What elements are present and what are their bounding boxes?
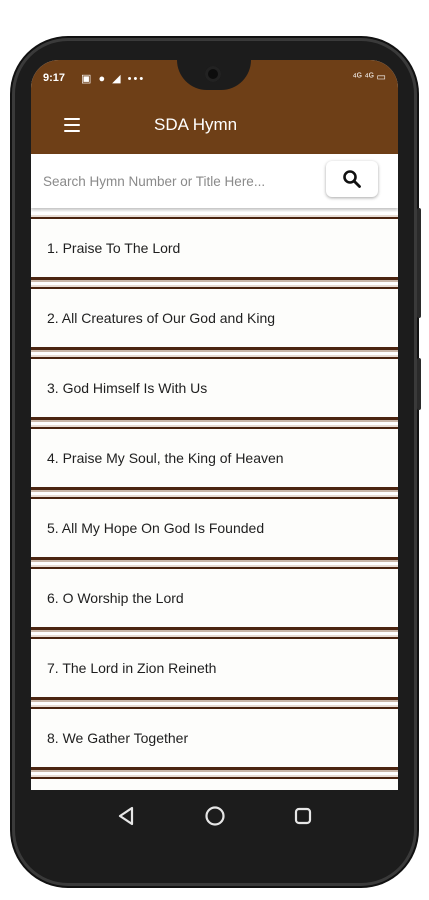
list-item[interactable]: 6. O Worship the Lord	[31, 562, 398, 632]
volume-button	[417, 208, 421, 318]
list-item[interactable]: 4. Praise My Soul, the King of Heaven	[31, 422, 398, 492]
page-title: SDA Hymn	[154, 115, 238, 134]
list-item[interactable]: 2. All Creatures of Our God and King	[31, 282, 398, 352]
app-bar: SDA Hymn	[31, 98, 398, 154]
hymn-title: 2. All Creatures of Our God and King	[47, 310, 276, 326]
search-input[interactable]	[41, 164, 315, 198]
hymn-title: 1. Praise To The Lord	[47, 240, 181, 256]
hymn-title: 5. All My Hope On God Is Founded	[47, 520, 265, 536]
list-item[interactable]	[31, 772, 398, 790]
menu-icon[interactable]	[64, 118, 80, 132]
status-bar: 9:17 ▣ ● ◢ ••• ⁴ᴳ ⁴ᴳ ▭	[31, 60, 398, 98]
hymn-title: 3. God Himself Is With Us	[47, 380, 208, 396]
search-bar	[31, 154, 398, 208]
front-camera-icon	[205, 66, 221, 82]
hymn-title: 6. O Worship the Lord	[47, 590, 184, 606]
status-time: 9:17	[43, 72, 66, 84]
home-icon[interactable]	[203, 804, 227, 828]
hymn-card	[31, 777, 398, 790]
system-nav-bar	[31, 790, 398, 842]
power-button	[417, 358, 421, 410]
list-item[interactable]: 7. The Lord in Zion Reineth	[31, 632, 398, 702]
hymn-title: 8. We Gather Together	[47, 730, 189, 746]
list-item[interactable]: 5. All My Hope On God Is Founded	[31, 492, 398, 562]
hymn-title: 4. Praise My Soul, the King of Heaven	[47, 450, 284, 466]
list-item[interactable]: 3. God Himself Is With Us	[31, 352, 398, 422]
hymn-list: 1. Praise To The Lord 2. All Creatures o…	[31, 212, 398, 790]
hymn-title: 7. The Lord in Zion Reineth	[47, 660, 217, 676]
camera-notch	[177, 60, 251, 90]
notification-icons: ▣ ● ◢ •••	[81, 73, 146, 85]
app-screen: 9:17 ▣ ● ◢ ••• ⁴ᴳ ⁴ᴳ ▭ SDA Hymn 1. Prais…	[31, 60, 398, 790]
list-item[interactable]: 8. We Gather Together	[31, 702, 398, 772]
list-item[interactable]: 1. Praise To The Lord	[31, 212, 398, 282]
recents-icon[interactable]	[291, 804, 315, 828]
signal-battery-icons: ⁴ᴳ ⁴ᴳ ▭	[352, 72, 386, 83]
search-icon	[343, 170, 361, 188]
search-button[interactable]	[326, 161, 378, 197]
back-icon[interactable]	[115, 804, 139, 828]
